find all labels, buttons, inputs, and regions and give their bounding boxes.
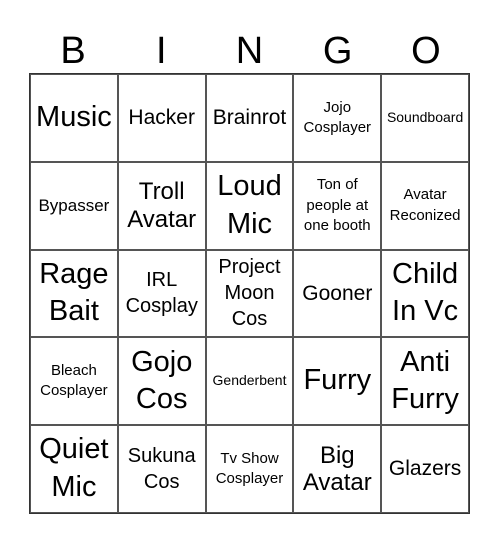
bingo-cell-g2[interactable]: Ton of people at one booth: [293, 161, 382, 250]
bingo-cell-i3[interactable]: IRL Cosplay: [117, 249, 206, 338]
bingo-cell-n3[interactable]: Project Moon Cos: [205, 249, 294, 338]
cell-label: Big Avatar: [302, 441, 372, 497]
cell-label: Project Moon Cos: [218, 256, 281, 331]
bingo-card-grid: Music Hacker Brainrot Jojo Cosplayer Sou…: [29, 73, 470, 514]
header-letter-o: O: [411, 30, 441, 72]
cell-label: Soundboard: [386, 109, 464, 126]
bingo-cell-i4[interactable]: Gojo Cos: [117, 337, 206, 426]
cell-label: Tv Show Cosplayer: [215, 449, 284, 488]
bingo-cell-b1[interactable]: Music: [30, 74, 118, 162]
bingo-cell-n1[interactable]: Brainrot: [205, 74, 294, 162]
bingo-cell-i5[interactable]: Sukuna Cos: [117, 425, 206, 513]
cell-label: Brainrot: [212, 106, 287, 130]
cell-label: Jojo Cosplayer: [303, 98, 372, 136]
cell-label: Ton of people at one booth: [303, 176, 371, 234]
cell-label: Loud Mic: [217, 170, 282, 240]
bingo-cell-o3[interactable]: Child In Vc: [381, 249, 469, 338]
cell-label: Furry: [303, 364, 372, 397]
cell-label: Gojo Cos: [131, 345, 193, 416]
bingo-cell-i1[interactable]: Hacker: [117, 74, 206, 162]
cell-label: Troll Avatar: [127, 178, 197, 233]
cell-label: Anti Furry: [391, 345, 459, 416]
bingo-cell-n5[interactable]: Tv Show Cosplayer: [205, 425, 294, 513]
bingo-cell-o2[interactable]: Avatar Reconized: [381, 161, 469, 250]
cell-label: Sukuna Cos: [127, 445, 196, 494]
bingo-cell-b2[interactable]: Bypasser: [30, 161, 118, 250]
header-letter-i: I: [156, 30, 167, 72]
bingo-cell-b3[interactable]: Rage Bait: [30, 249, 118, 338]
bingo-cell-g5[interactable]: Big Avatar: [293, 425, 382, 513]
bingo-cell-o4[interactable]: Anti Furry: [381, 337, 469, 426]
cell-label: Music: [36, 101, 112, 134]
cell-label: Gooner: [302, 281, 373, 305]
bingo-cell-o5[interactable]: Glazers: [381, 425, 469, 513]
bingo-cell-g1[interactable]: Jojo Cosplayer: [293, 74, 382, 162]
bingo-cell-i2[interactable]: Troll Avatar: [117, 161, 206, 250]
cell-label: Bleach Cosplayer: [40, 362, 108, 400]
cell-label: Avatar Reconized: [389, 186, 461, 224]
header-letter-n: N: [235, 30, 264, 72]
cell-label: Bypasser: [38, 196, 110, 216]
bingo-cell-o1[interactable]: Soundboard: [381, 74, 469, 162]
header-letter-b: B: [60, 30, 86, 72]
bingo-cell-b4[interactable]: Bleach Cosplayer: [30, 337, 118, 426]
cell-label: IRL Cosplay: [125, 269, 198, 318]
bingo-cell-g4[interactable]: Furry: [293, 337, 382, 426]
bingo-cell-b5[interactable]: Quiet Mic: [30, 425, 118, 513]
cell-label: Genderbent: [212, 372, 287, 389]
cell-label: Child In Vc: [392, 257, 459, 328]
header-letter-g: G: [322, 30, 353, 72]
cell-label: Hacker: [128, 106, 195, 130]
bingo-cell-g3[interactable]: Gooner: [293, 249, 382, 338]
bingo-cell-n4[interactable]: Genderbent: [205, 337, 294, 426]
bingo-header: B I N G O: [29, 30, 470, 73]
bingo-cell-n2[interactable]: Loud Mic: [205, 161, 294, 250]
cell-label: Quiet Mic: [39, 433, 109, 504]
cell-label: Glazers: [388, 457, 462, 481]
cell-label: Rage Bait: [39, 257, 109, 328]
